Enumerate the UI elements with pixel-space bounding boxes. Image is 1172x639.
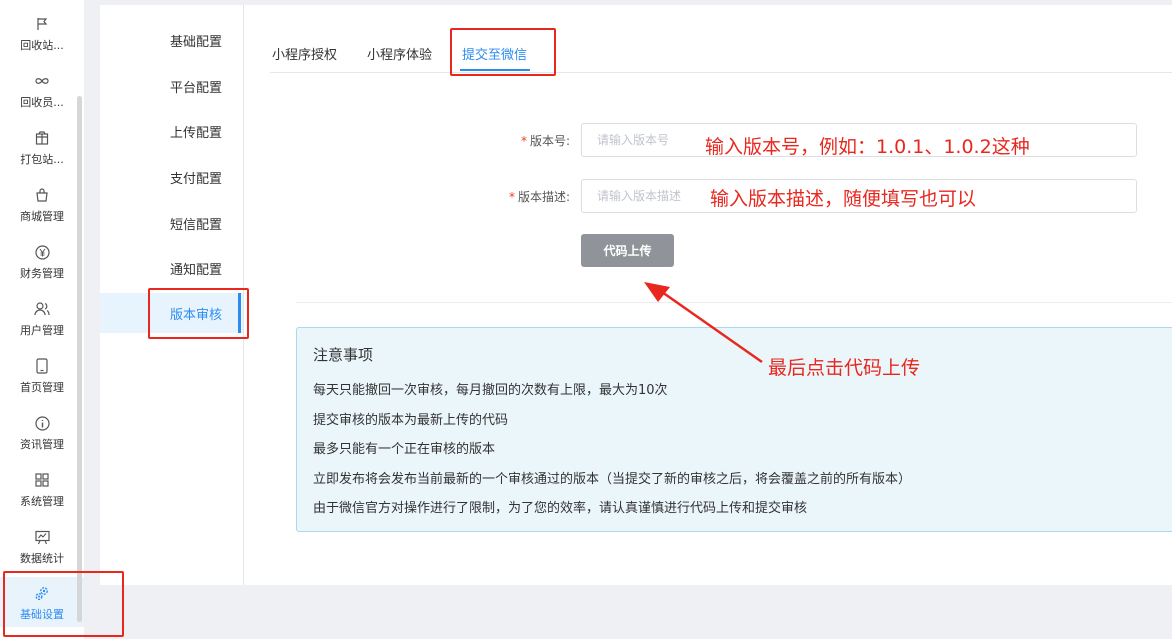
submenu-highlight-box xyxy=(148,288,249,339)
nav-highlight-box xyxy=(3,571,124,637)
tab-highlight-box xyxy=(450,28,556,76)
